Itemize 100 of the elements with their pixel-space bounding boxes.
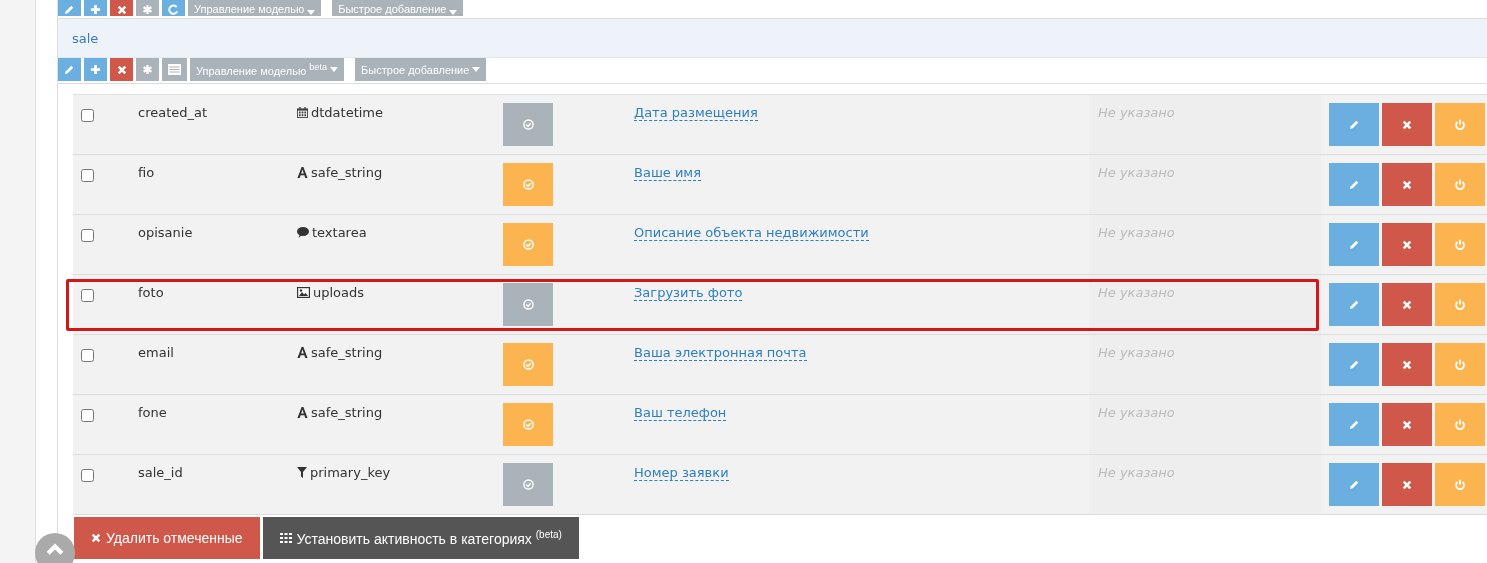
caret-icon [330,67,339,72]
close-icon [1402,179,1412,190]
close-icon [1402,479,1412,490]
list-icon [168,64,181,75]
edit-button[interactable] [1329,343,1379,386]
close-icon [116,5,127,15]
field-label-link[interactable]: Описание объекта недвижимости [634,225,869,241]
power-icon [1454,118,1466,131]
active-toggle[interactable] [503,163,553,206]
edit-button[interactable] [1329,103,1379,146]
edit-button[interactable] [1329,163,1379,206]
calendar-icon [297,107,308,118]
add-button[interactable] [84,58,107,81]
active-toggle[interactable] [503,403,553,446]
asterisk-icon [142,4,153,15]
power-icon [1454,178,1466,191]
active-toggle[interactable] [503,103,553,146]
scroll-top-button[interactable] [35,533,75,563]
power-button[interactable] [1435,223,1485,266]
power-icon [1454,418,1466,431]
power-button[interactable] [1435,343,1485,386]
field-label-link[interactable]: Ваше имя [634,165,701,181]
edit-button[interactable] [1329,403,1379,446]
edit-button[interactable] [58,58,81,81]
row-checkbox[interactable] [81,109,94,122]
caret-icon [307,10,316,15]
field-type: safe_string [311,165,383,180]
letter-a-icon [297,167,308,178]
edit-button[interactable] [1329,283,1379,326]
field-name: foto [138,285,164,300]
field-name: email [138,345,174,360]
check-circle-icon [522,239,534,250]
field-name: fio [138,165,155,180]
active-toggle[interactable] [503,223,553,266]
pencil-icon [1348,419,1360,430]
power-icon [1454,238,1466,251]
field-type: safe_string [311,405,383,420]
refresh-icon [168,4,179,15]
panel-title: sale [72,30,99,46]
active-toggle[interactable] [503,343,553,386]
field-type: safe_string [311,345,383,360]
power-button[interactable] [1435,283,1485,326]
speech-bubble-icon [297,227,309,238]
row-checkbox[interactable] [81,469,94,482]
field-label-link[interactable]: Загрузить фото [634,285,743,301]
pencil-icon [1348,359,1360,370]
pencil-icon [64,4,75,15]
caret-icon [472,67,481,72]
edit-button[interactable] [1329,223,1379,266]
row-checkbox[interactable] [81,229,94,242]
row-checkbox[interactable] [81,409,94,422]
field-type: dtdatetime [311,105,384,120]
close-icon [1402,419,1412,430]
row-checkbox[interactable] [81,289,94,302]
power-button[interactable] [1435,463,1485,506]
close-icon [1402,239,1412,250]
field-name: opisanie [138,225,193,240]
delete-button[interactable] [110,58,133,81]
pencil-icon [1348,119,1360,130]
picture-icon [297,287,310,298]
pencil-icon [64,64,75,75]
active-toggle[interactable] [503,463,553,506]
field-type: uploads [313,285,365,300]
power-icon [1454,478,1466,491]
field-label-link[interactable]: Дата размещения [634,105,758,121]
check-circle-icon [522,299,534,310]
field-label-link[interactable]: Номер заявки [634,465,729,481]
caret-icon [449,10,458,15]
edit-button[interactable] [1329,463,1379,506]
field-name: sale_id [138,465,183,480]
field-name: fone [138,405,167,420]
check-circle-icon [522,419,534,430]
pencil-icon [1348,299,1360,310]
settings-button[interactable] [136,58,159,81]
asterisk-icon [142,64,153,75]
dropdown-button[interactable]: Быстрое добавление [332,0,464,16]
grid-icon [279,533,292,543]
close-icon [91,533,101,543]
check-circle-icon [522,479,534,490]
field-name: created_at [138,105,208,120]
close-icon [116,64,127,75]
chevron-up-icon [46,543,64,555]
dropdown-button[interactable]: Управление моделью $^{beta}$ [190,58,345,81]
close-icon [1402,299,1412,310]
power-icon [1454,358,1466,371]
plus-icon [90,64,101,75]
letter-a-icon [297,407,308,418]
row-checkbox[interactable] [81,169,94,182]
power-button[interactable] [1435,403,1485,446]
dropdown-button[interactable]: Управление моделью [188,0,322,16]
field-label-link[interactable]: Ваша электронная почта [634,345,807,361]
dropdown-button[interactable]: Быстрое добавление [355,58,487,81]
set-activity-button[interactable]: Установить активность в категориях $^{(beta)}$ [262,517,579,559]
power-button[interactable] [1435,163,1485,206]
list-button[interactable] [162,58,187,81]
field-label-link[interactable]: Ваш телефон [634,405,727,421]
power-button[interactable] [1435,103,1485,146]
delete-selected-button[interactable]: Удалить отмеченные [74,517,260,559]
active-toggle[interactable] [503,283,553,326]
row-checkbox[interactable] [81,349,94,362]
